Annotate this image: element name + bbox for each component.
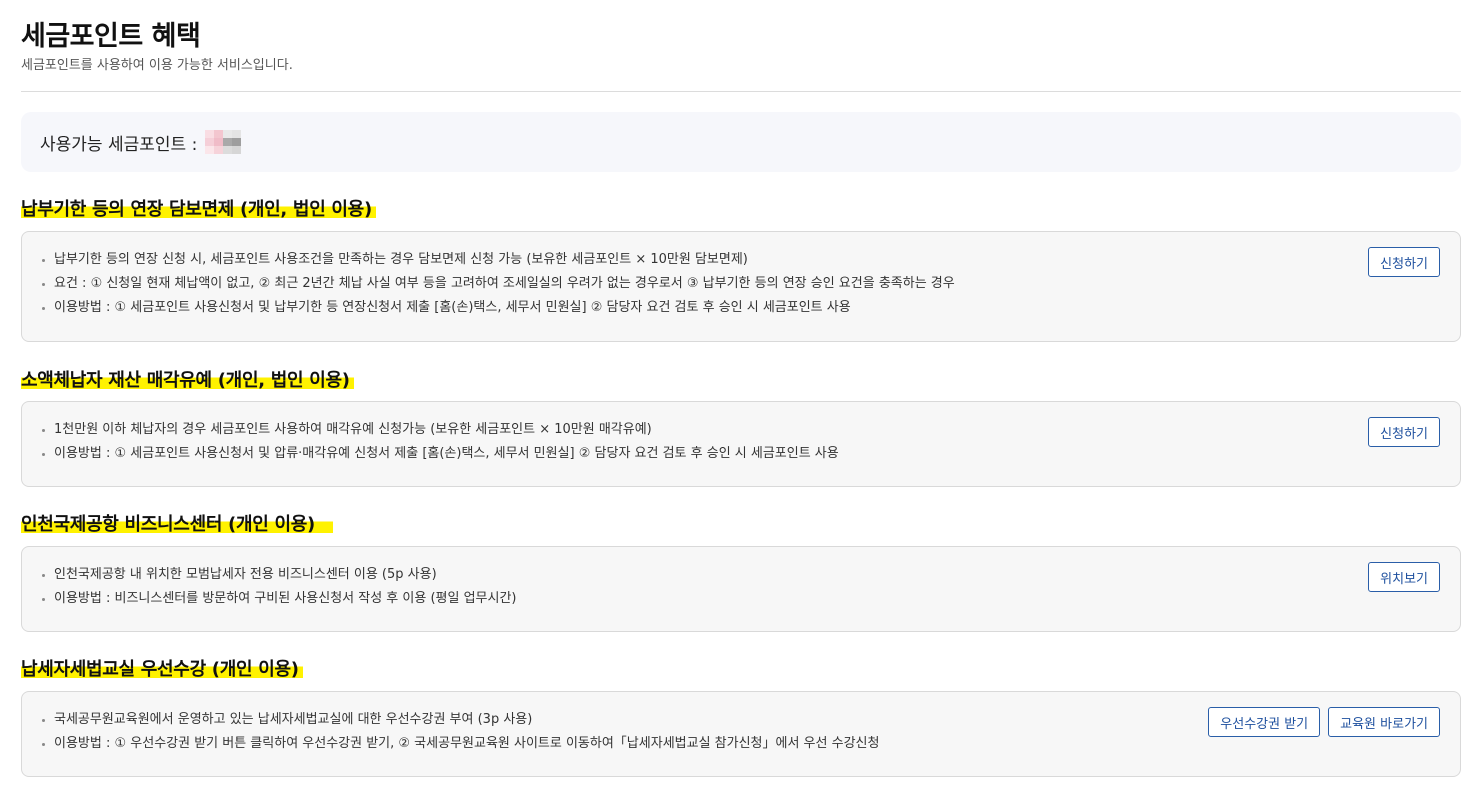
apply-button[interactable]: 신청하기: [1368, 417, 1440, 447]
page-title: 세금포인트 혜택: [21, 21, 201, 52]
apply-button[interactable]: 신청하기: [1368, 247, 1440, 277]
get-priority-ticket-button[interactable]: 우선수강권 받기: [1208, 707, 1321, 737]
list-item: 1천만원 이하 체납자의 경우 세금포인트 사용하여 매각유예 신청가능 (보유…: [40, 418, 1440, 442]
list-item: 이용방법 : ① 세금포인트 사용신청서 및 압류·매각유예 신청서 제출 [홈…: [40, 442, 1440, 466]
section-card-guarantee-exemption: 납부기한 등의 연장 신청 시, 세금포인트 사용조건을 만족하는 경우 담보면…: [21, 231, 1461, 342]
list-item: 납부기한 등의 연장 신청 시, 세금포인트 사용조건을 만족하는 경우 담보면…: [40, 248, 1440, 272]
page-subtitle: 세금포인트를 사용하여 이용 가능한 서비스입니다.: [21, 58, 293, 73]
go-to-academy-button[interactable]: 교육원 바로가기: [1328, 707, 1440, 737]
button-group: 위치보기: [1368, 562, 1440, 592]
list-item: 이용방법 : 비즈니스센터를 방문하여 구비된 사용신청서 작성 후 이용 (평…: [40, 587, 1440, 611]
section-title-guarantee-exemption: 납부기한 등의 연장 담보면제 (개인, 법인 이용): [21, 195, 376, 221]
section-card-tax-class: 국세공무원교육원에서 운영하고 있는 납세자세법교실에 대한 우선수강권 부여 …: [21, 691, 1461, 777]
section-card-business-center: 인천국제공항 내 위치한 모범납세자 전용 비즈니스센터 이용 (5p 사용) …: [21, 546, 1461, 632]
section-card-sale-deferral: 1천만원 이하 체납자의 경우 세금포인트 사용하여 매각유예 신청가능 (보유…: [21, 401, 1461, 487]
button-group: 우선수강권 받기 교육원 바로가기: [1208, 707, 1440, 737]
header-divider: [21, 91, 1461, 92]
item-list: 인천국제공항 내 위치한 모범납세자 전용 비즈니스센터 이용 (5p 사용) …: [40, 563, 1440, 611]
section-title-tax-class: 납세자세법교실 우선수강 (개인 이용): [21, 655, 303, 681]
item-list: 1천만원 이하 체납자의 경우 세금포인트 사용하여 매각유예 신청가능 (보유…: [40, 418, 1440, 466]
view-location-button[interactable]: 위치보기: [1368, 562, 1440, 592]
list-item: 인천국제공항 내 위치한 모범납세자 전용 비즈니스센터 이용 (5p 사용): [40, 563, 1440, 587]
list-item: 요건 : ① 신청일 현재 체납액이 없고, ② 최근 2년간 체납 사실 여부…: [40, 272, 1440, 296]
item-list: 납부기한 등의 연장 신청 시, 세금포인트 사용조건을 만족하는 경우 담보면…: [40, 248, 1440, 320]
section-title-sale-deferral: 소액체납자 재산 매각유예 (개인, 법인 이용): [21, 366, 354, 392]
pixelated-redaction: [205, 130, 242, 154]
list-item: 이용방법 : ① 세금포인트 사용신청서 및 납부기한 등 연장신청서 제출 […: [40, 296, 1440, 320]
points-summary: 사용가능 세금포인트 :: [21, 112, 1461, 172]
points-value-redacted: [205, 130, 242, 154]
button-group: 신청하기: [1368, 247, 1440, 277]
points-label: 사용가능 세금포인트 :: [40, 134, 198, 155]
page: 세금포인트 혜택 세금포인트를 사용하여 이용 가능한 서비스입니다. 사용가능…: [0, 0, 1482, 795]
section-title-business-center: 인천국제공항 비즈니스센터 (개인 이용): [21, 510, 333, 536]
button-group: 신청하기: [1368, 417, 1440, 447]
